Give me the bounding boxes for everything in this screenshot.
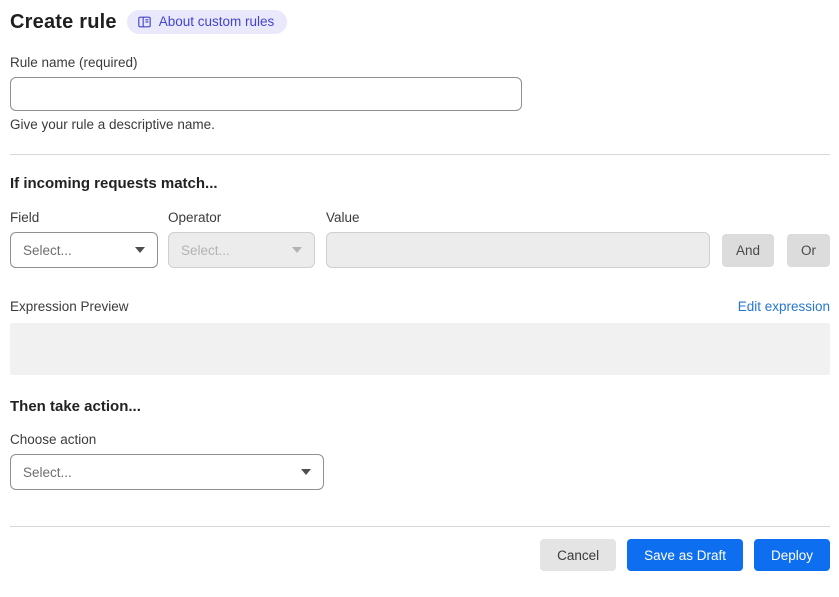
deploy-button[interactable]: Deploy bbox=[753, 539, 830, 571]
page-title: Create rule bbox=[10, 10, 117, 33]
value-group: Value bbox=[326, 210, 710, 268]
footer-divider bbox=[10, 526, 830, 527]
section-divider bbox=[10, 154, 830, 155]
chevron-down-icon bbox=[301, 469, 311, 475]
field-group: Field Select... bbox=[10, 210, 158, 268]
about-badge-label: About custom rules bbox=[158, 14, 275, 29]
expression-preview-row: Expression Preview Edit expression bbox=[10, 299, 830, 314]
match-section-heading: If incoming requests match... bbox=[10, 175, 218, 192]
edit-expression-link[interactable]: Edit expression bbox=[738, 299, 830, 314]
field-select-placeholder: Select... bbox=[23, 242, 72, 258]
and-or-buttons: And Or bbox=[722, 234, 830, 267]
field-select[interactable]: Select... bbox=[10, 232, 158, 268]
book-icon bbox=[137, 15, 152, 29]
field-label: Field bbox=[10, 210, 40, 225]
page-header: Create rule About custom rules bbox=[10, 10, 830, 34]
rule-name-helper: Give your rule a descriptive name. bbox=[10, 117, 215, 132]
operator-label: Operator bbox=[168, 210, 222, 225]
choose-action-label: Choose action bbox=[10, 432, 97, 447]
save-as-draft-button[interactable]: Save as Draft bbox=[627, 539, 743, 571]
choose-action-placeholder: Select... bbox=[23, 464, 72, 480]
rule-name-input[interactable] bbox=[10, 77, 522, 111]
expression-preview-box bbox=[10, 323, 830, 375]
footer-actions: Cancel Save as Draft Deploy bbox=[10, 539, 830, 571]
cancel-button[interactable]: Cancel bbox=[540, 539, 617, 571]
operator-select[interactable]: Select... bbox=[168, 232, 315, 268]
about-custom-rules-badge[interactable]: About custom rules bbox=[126, 10, 288, 34]
or-button[interactable]: Or bbox=[787, 234, 830, 267]
chevron-down-icon bbox=[292, 247, 302, 253]
match-condition-row: Field Select... Operator Select... Value… bbox=[10, 210, 830, 268]
action-section-heading: Then take action... bbox=[10, 398, 141, 415]
rule-name-label: Rule name (required) bbox=[10, 55, 138, 70]
choose-action-select[interactable]: Select... bbox=[10, 454, 324, 490]
operator-select-placeholder: Select... bbox=[181, 242, 230, 258]
rule-name-block: Rule name (required) Give your rule a de… bbox=[10, 55, 830, 132]
chevron-down-icon bbox=[135, 247, 145, 253]
value-label: Value bbox=[326, 210, 360, 225]
and-button[interactable]: And bbox=[722, 234, 774, 267]
expression-preview-label: Expression Preview bbox=[10, 299, 129, 314]
create-rule-page: Create rule About custom rules Rule name… bbox=[0, 0, 839, 571]
value-input[interactable] bbox=[326, 232, 710, 268]
operator-group: Operator Select... bbox=[168, 210, 315, 268]
